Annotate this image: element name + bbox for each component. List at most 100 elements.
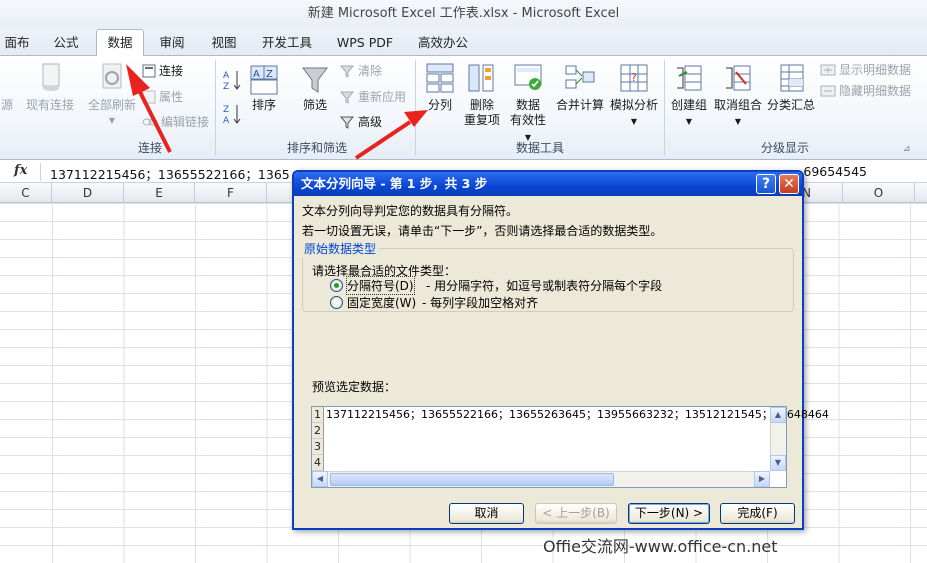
remove-duplicates-label-1: 删除 <box>469 98 494 112</box>
tab-office-tools[interactable]: 高效办公 <box>412 30 474 56</box>
fixed-width-option-label[interactable]: 固定宽度(W) <box>347 294 416 311</box>
connections-button[interactable]: 连接 <box>142 62 183 80</box>
refresh-all-button[interactable]: 全部刷新 ▼ <box>82 62 142 128</box>
svg-text:Z: Z <box>266 69 273 80</box>
hide-detail-button[interactable]: 隐藏明细数据 <box>820 82 911 100</box>
scroll-right-icon[interactable]: ▶ <box>754 471 770 487</box>
data-preview-box[interactable]: 1 2 3 4 137112215456；13655522166；1365526… <box>311 406 829 488</box>
column-header-f[interactable]: F <box>195 183 267 203</box>
show-detail-button[interactable]: 显示明细数据 <box>820 61 911 79</box>
group-label-connections: 连接 <box>137 141 162 155</box>
what-if-analysis-button[interactable]: ? 模拟分析 ▼ <box>608 62 660 129</box>
watermark: Offie交流网-www.office-cn.net <box>543 537 778 556</box>
consolidate-button[interactable]: 合并计算 <box>554 62 606 113</box>
subtotal-button[interactable]: 分类汇总 <box>766 62 816 113</box>
tab-wps-pdf[interactable]: WPS PDF <box>330 30 400 56</box>
svg-text:A: A <box>253 69 260 80</box>
back-button[interactable]: < 上一步(B) <box>535 503 617 524</box>
sort-descending-icon: ZA <box>223 105 241 126</box>
data-validation-label-1: 数据 <box>515 98 540 112</box>
fixed-width-radio[interactable] <box>330 296 343 309</box>
reapply-icon <box>339 91 355 104</box>
outline-dialog-launcher-icon[interactable]: ⊿ <box>903 140 911 158</box>
tab-page-layout[interactable]: 面布局 <box>0 30 34 76</box>
formula-bar-divider <box>40 163 41 181</box>
subtotal-label: 分类汇总 <box>766 98 815 112</box>
remove-duplicates-icon <box>468 64 494 92</box>
refresh-all-label: 全部刷新 <box>87 98 136 112</box>
column-header-e[interactable]: E <box>124 183 195 203</box>
preview-vertical-scrollbar[interactable]: ▲ ▼ <box>770 407 786 471</box>
preview-row-number: 1 <box>312 407 324 423</box>
connections-icon <box>142 64 156 78</box>
advanced-filter-icon <box>339 116 355 129</box>
properties-icon <box>142 90 156 104</box>
refresh-icon <box>102 63 122 89</box>
from-source-button[interactable]: 源 <box>0 98 14 113</box>
sort-desc-button[interactable]: ZA <box>222 102 245 126</box>
group-divider <box>215 60 216 156</box>
preview-horizontal-scrollbar[interactable]: ◀ ▶ <box>312 471 770 487</box>
group-label-sort-filter: 排序和筛选 <box>286 141 347 155</box>
sort-button[interactable]: AZ 排序 <box>246 64 282 113</box>
delimited-radio[interactable] <box>330 279 343 292</box>
delimited-option-label[interactable]: 分隔符号(D) <box>346 276 415 295</box>
close-icon[interactable]: ✕ <box>779 174 799 194</box>
properties-label: 属性 <box>159 90 184 104</box>
consolidate-icon <box>565 65 595 89</box>
delimited-option-desc: - 用分隔字符，如逗号或制表符分隔每个字段 <box>426 279 663 293</box>
reapply-button[interactable]: 重新应用 <box>339 88 406 106</box>
dialog-intro-1: 文本分列向导判定您的数据具有分隔符。 <box>302 204 519 218</box>
data-type-group-title: 原始数据类型 <box>301 240 380 257</box>
function-icon[interactable]: fx <box>14 163 27 178</box>
tab-view[interactable]: 视图 <box>202 30 246 56</box>
next-button[interactable]: 下一步(N) > <box>628 503 710 524</box>
text-to-columns-button[interactable]: 分列 <box>422 62 458 113</box>
column-header-d[interactable]: D <box>52 183 124 203</box>
formula-input[interactable]: 137112215456；13655522166；1365 <box>50 164 290 183</box>
filter-button[interactable]: 筛选 <box>296 64 334 113</box>
ungroup-button[interactable]: 取消组合 ▼ <box>712 62 764 129</box>
dialog-title: 文本分列向导 - 第 1 步，共 3 步 <box>294 172 802 196</box>
text-to-columns-label: 分列 <box>427 98 452 112</box>
scroll-left-icon[interactable]: ◀ <box>312 471 328 487</box>
sort-icon: AZ <box>250 65 278 95</box>
ungroup-icon <box>726 65 751 91</box>
help-icon[interactable]: ? <box>756 174 776 194</box>
tab-developer[interactable]: 开发工具 <box>256 30 318 56</box>
tab-data[interactable]: 数据 <box>96 29 144 57</box>
fixed-width-option-desc: - 每列字段加空格对齐 <box>422 296 539 310</box>
data-validation-button[interactable]: 数据 有效性 ▼ <box>506 62 550 145</box>
column-header-o[interactable]: O <box>843 183 915 203</box>
data-validation-icon <box>514 64 542 90</box>
data-validation-label-2: 有效性 <box>509 113 546 127</box>
clear-label: 清除 <box>358 64 383 78</box>
properties-button[interactable]: 属性 <box>142 88 183 106</box>
preview-row: 137112215456；13655522166；13655263645；139… <box>326 408 829 421</box>
edit-links-label: 编辑链接 <box>161 115 210 129</box>
advanced-filter-button[interactable]: 高级 <box>339 113 382 131</box>
group-button[interactable]: 创建组 ▼ <box>668 62 710 129</box>
cancel-button[interactable]: 取消 <box>449 503 524 524</box>
svg-text:Z: Z <box>223 82 229 92</box>
sort-asc-button[interactable]: AZ <box>222 68 245 92</box>
edit-links-button[interactable]: 编辑链接 <box>142 113 209 131</box>
tab-formulas[interactable]: 公式 <box>44 30 88 56</box>
scroll-down-icon[interactable]: ▼ <box>770 455 786 471</box>
group-label-data-tools: 数据工具 <box>515 141 564 155</box>
scroll-up-icon[interactable]: ▲ <box>770 407 786 423</box>
tab-review[interactable]: 审阅 <box>150 30 194 56</box>
ribbon-tab-bar: 面布局 公式 数据 审阅 视图 开发工具 WPS PDF 高效办公 <box>0 28 927 76</box>
column-header-c[interactable]: C <box>0 183 52 203</box>
scroll-thumb[interactable] <box>330 473 614 486</box>
preview-label: 预览选定数据： <box>312 380 397 394</box>
finish-button[interactable]: 完成(F) <box>720 503 795 524</box>
remove-duplicates-button[interactable]: 删除 重复项 <box>462 62 502 128</box>
edit-links-icon <box>142 118 158 126</box>
subtotal-icon <box>780 64 804 92</box>
clear-filter-button[interactable]: 清除 <box>339 62 382 80</box>
text-to-columns-dialog: 文本分列向导 - 第 1 步，共 3 步 ? ✕ 文本分列向导判定您的数据具有分… <box>292 170 829 530</box>
existing-connections-button[interactable]: 现有连接 <box>22 62 78 113</box>
existing-connections-icon <box>42 63 60 91</box>
ungroup-label: 取消组合 <box>713 98 762 112</box>
